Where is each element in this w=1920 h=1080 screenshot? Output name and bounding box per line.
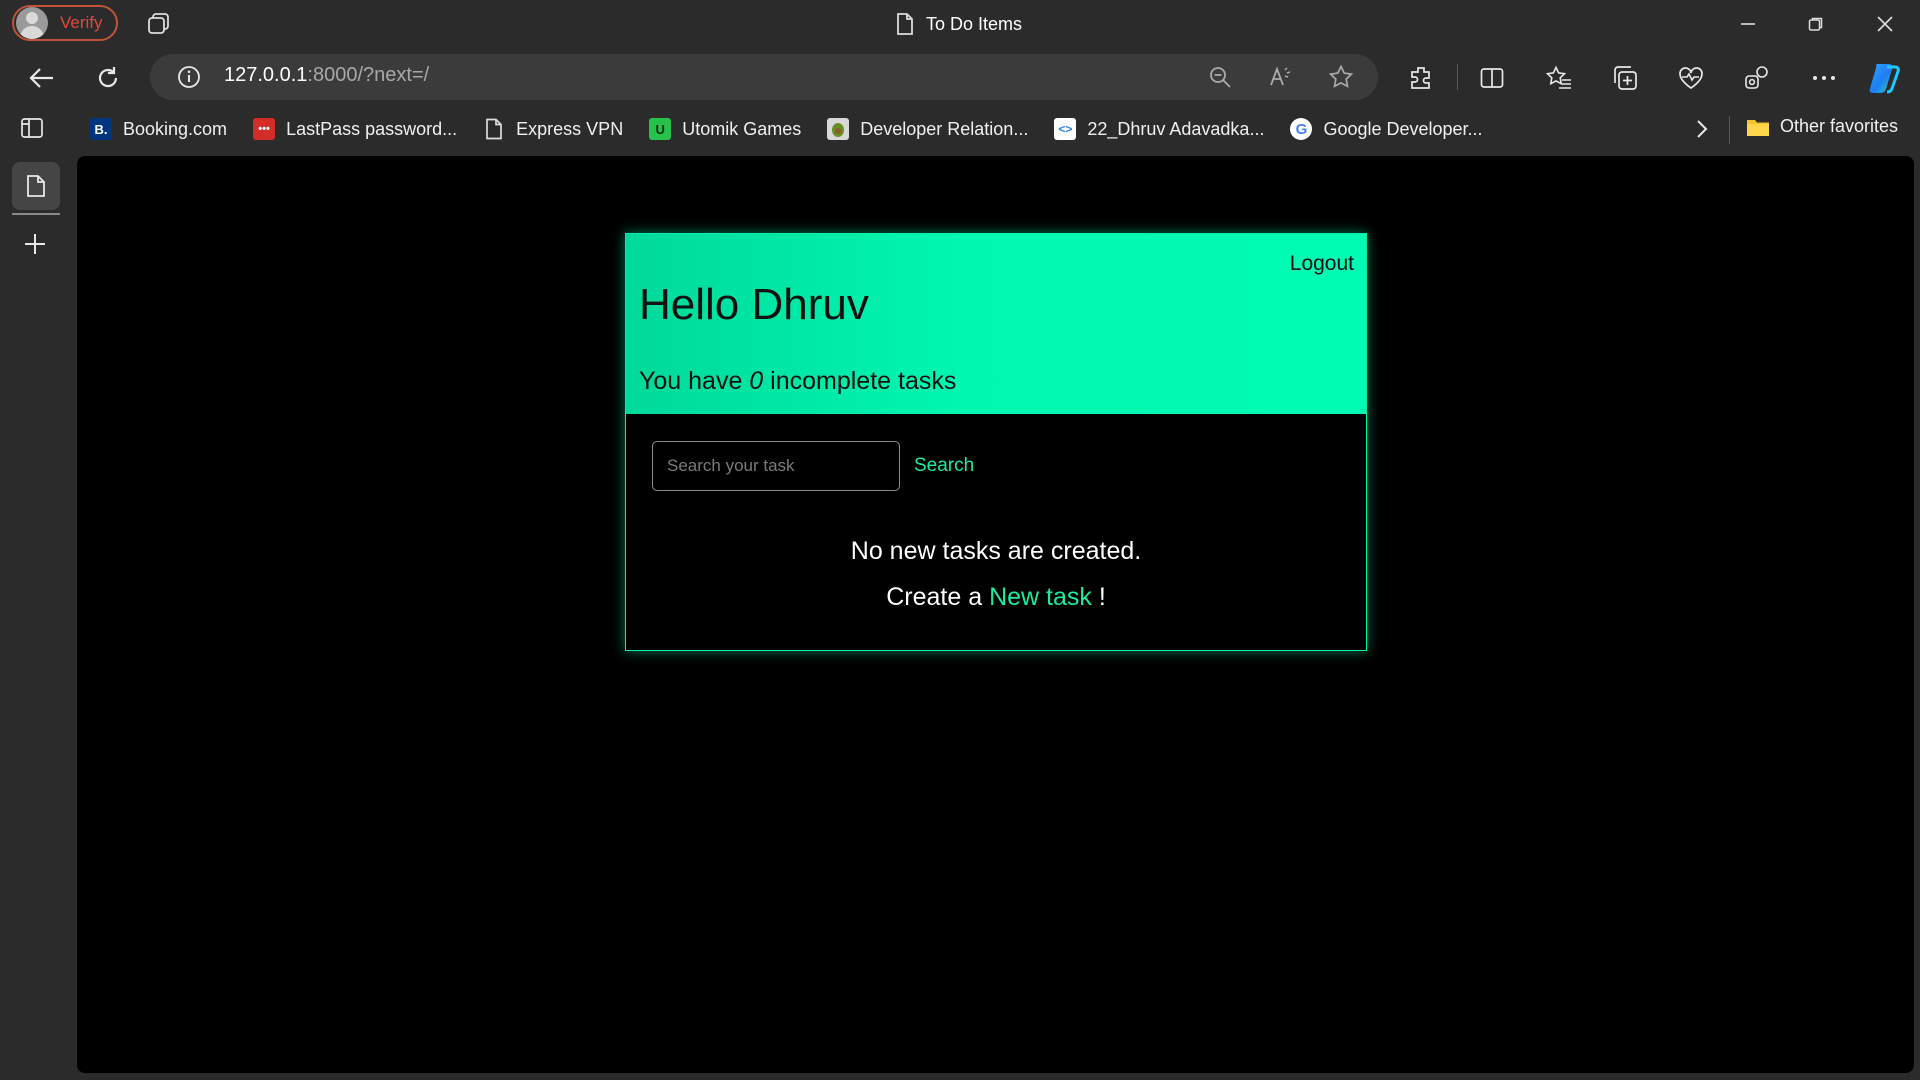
card-header: Logout Hello Dhruv You have 0 incomplete… [626, 234, 1366, 414]
profile-button[interactable]: Verify [12, 5, 118, 41]
page-icon [27, 175, 45, 197]
developer-relations-icon [827, 118, 850, 140]
folder-icon [1747, 119, 1769, 136]
favorite-label: Developer Relation... [860, 118, 1029, 139]
vertical-tab-active[interactable] [12, 162, 60, 210]
favorite-google-developer[interactable]: G Google Developer... [1290, 118, 1483, 140]
favorite-star-icon[interactable] [1326, 62, 1356, 92]
code-icon: <> [1054, 118, 1077, 140]
back-arrow-icon [29, 68, 53, 88]
site-info-icon[interactable] [174, 62, 204, 92]
favorite-22-dhruv[interactable]: <> 22_Dhruv Adavadka... [1054, 118, 1264, 140]
create-suffix: ! [1091, 583, 1106, 611]
favorite-label: Express VPN [516, 118, 624, 139]
read-aloud-icon[interactable] [1266, 62, 1296, 92]
split-screen-icon[interactable] [1474, 60, 1510, 96]
chevron-right-icon[interactable] [1692, 118, 1712, 145]
other-favorites[interactable]: Other favorites [1746, 116, 1898, 137]
favorites-list-icon[interactable] [1541, 60, 1577, 96]
count-prefix: You have [639, 367, 750, 395]
avatar [16, 7, 48, 39]
google-icon: G [1290, 118, 1313, 140]
lastpass-icon: ••• [253, 118, 276, 140]
new-task-link[interactable]: New task [989, 583, 1092, 611]
active-tab-indicator [12, 213, 60, 215]
greeting-heading: Hello Dhruv [639, 280, 869, 329]
collections-icon[interactable] [1607, 60, 1643, 96]
url-path: :8000/?next=/ [307, 64, 430, 86]
search-button[interactable]: Search [914, 455, 974, 477]
favorite-label: Booking.com [123, 118, 228, 139]
count-suffix: incomplete tasks [763, 367, 957, 395]
utomik-icon: U [649, 118, 672, 140]
refresh-icon [98, 67, 118, 88]
page-icon [483, 118, 505, 140]
logout-link[interactable]: Logout [1290, 252, 1354, 276]
back-button[interactable] [22, 58, 62, 98]
favorite-label: 22_Dhruv Adavadka... [1087, 118, 1265, 139]
restore-button[interactable] [1783, 0, 1849, 48]
viewport-bottom-edge [77, 1073, 1914, 1080]
incomplete-tasks-line: You have 0 incomplete tasks [639, 367, 956, 396]
extensions-icon[interactable] [1403, 60, 1439, 96]
tab-title: To Do Items [926, 13, 1023, 34]
active-tab[interactable]: To Do Items [896, 12, 1022, 36]
favorite-booking[interactable]: B. Booking.com [90, 118, 227, 140]
toolbar-separator [1457, 64, 1458, 90]
favorites-bar: B. Booking.com ••• LastPass password... … [90, 112, 1483, 146]
profile-label: Verify [60, 13, 103, 32]
booking-icon: B. [90, 118, 112, 140]
create-prefix: Create a [886, 583, 990, 611]
favorite-lastpass[interactable]: ••• LastPass password... [253, 118, 457, 140]
empty-state-message: No new tasks are created. [850, 537, 1142, 565]
other-favorites-label: Other favorites [1780, 116, 1899, 136]
favorite-label: Utomik Games [682, 118, 802, 139]
favorite-label: Google Developer... [1323, 118, 1483, 139]
new-tab-plus-icon[interactable] [23, 232, 47, 261]
zoom-out-icon[interactable] [1205, 62, 1235, 92]
more-options-icon[interactable] [1806, 60, 1842, 96]
favorite-express-vpn[interactable]: Express VPN [483, 118, 623, 140]
minimize-button[interactable] [1715, 0, 1781, 48]
copilot-sidebar-icon[interactable] [1739, 60, 1775, 96]
favorite-utomik[interactable]: U Utomik Games [649, 118, 801, 140]
search-input[interactable] [652, 441, 900, 491]
create-task-line: Create a New task ! [626, 583, 1366, 612]
browser-essentials-icon[interactable] [1673, 60, 1709, 96]
url-host: 127.0.0.1 [224, 64, 308, 86]
todo-card: Logout Hello Dhruv You have 0 incomplete… [625, 233, 1367, 651]
refresh-button[interactable] [88, 58, 128, 98]
favorite-label: LastPass password... [286, 118, 458, 139]
favorites-separator [1729, 116, 1730, 144]
close-window-button[interactable] [1852, 0, 1918, 48]
tab-actions-icon[interactable] [20, 116, 44, 145]
incomplete-count: 0 [749, 367, 764, 395]
favorite-developer-relations[interactable]: Developer Relation... [827, 118, 1028, 140]
workspaces-icon[interactable] [146, 12, 172, 41]
copilot-icon[interactable] [1867, 60, 1903, 96]
page-icon [897, 13, 913, 35]
url-text[interactable]: 127.0.0.1:8000/?next=/ [224, 64, 429, 87]
